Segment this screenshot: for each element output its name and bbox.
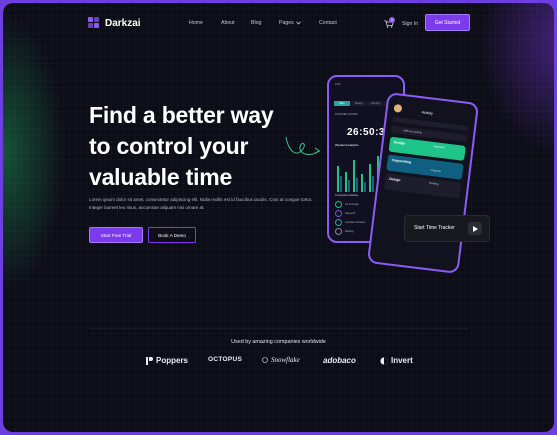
card-tag: Progress <box>430 168 442 174</box>
card-title: Copywriting <box>391 158 412 165</box>
nav-item-about[interactable]: About <box>221 20 235 26</box>
brand-name: Darkzai <box>105 17 141 29</box>
tracker-label: Start Time Tracker <box>414 225 455 231</box>
sign-in-link[interactable]: Sign In <box>402 21 418 27</box>
progress-ring-icon <box>335 219 342 226</box>
invert-icon <box>380 356 388 365</box>
card-tag: Pending <box>428 181 439 186</box>
hero-headline: Find a better way to control your valuab… <box>89 100 274 193</box>
poppers-icon <box>146 356 153 365</box>
hero-description: Lorem ipsum dolor sit amet, consectetur … <box>89 197 313 210</box>
page-frame: Darkzai Home About Blog Pages Contact 0 … <box>3 3 554 432</box>
analytics-label: Weekend analytics <box>335 143 359 147</box>
brand-logo[interactable]: Darkzai <box>88 17 141 29</box>
section-divider <box>89 328 469 329</box>
nav-item-contact[interactable]: Contact <box>319 20 337 26</box>
avatar <box>393 103 403 113</box>
partners-title: Used by amazing companies worldwide <box>231 339 326 345</box>
activity-item-2: Research <box>345 212 356 215</box>
partner-logo-invert: Invert <box>380 356 413 365</box>
progress-ring-icon <box>335 201 342 208</box>
tab-weekly[interactable]: Weekly <box>350 101 367 106</box>
get-started-button[interactable]: Get Started <box>425 14 470 31</box>
chevron-down-icon <box>296 21 301 25</box>
start-free-trial-button[interactable]: Start Free Trial <box>89 227 143 243</box>
nav-item-blog[interactable]: Blog <box>251 20 261 26</box>
partner-logo-snowflake: Snowflake <box>262 356 300 364</box>
partner-logo-octopus: OCTOPUS <box>208 356 243 363</box>
card-tag: Important <box>433 145 445 150</box>
cart-count-badge: 0 <box>389 17 395 23</box>
decorative-arrow-icon <box>285 136 321 155</box>
activity-item-1: Go to Design <box>345 203 359 206</box>
card-title: Design <box>393 140 406 146</box>
progress-ring-icon <box>335 210 342 217</box>
book-demo-button[interactable]: Book A Demo <box>148 227 196 243</box>
snowflake-icon <box>262 357 268 363</box>
activity-title: Activity <box>421 110 434 116</box>
activity-item-3: Complete Activities <box>345 221 366 224</box>
headline-line-2: to control your <box>89 133 249 159</box>
partner-logo-adobaco: adobaco <box>323 356 356 365</box>
logo-icon <box>88 17 100 29</box>
nav-item-home[interactable]: Home <box>189 20 203 26</box>
partner-logo-poppers: Poppers <box>145 356 188 365</box>
headline-line-1: Find a better way <box>89 102 274 128</box>
play-icon[interactable] <box>468 222 482 235</box>
phone-status-time: 9:41 <box>335 82 341 86</box>
tab-daily[interactable]: Daily <box>334 101 350 106</box>
card-title: Design <box>389 176 401 183</box>
time-tracker-card[interactable]: Start Time Tracker <box>404 215 490 242</box>
headline-line-3: valuable time <box>89 164 233 190</box>
tracked-hours-label: TRACKED HOURS <box>335 113 358 116</box>
nav-item-pages[interactable]: Pages <box>279 20 294 26</box>
tab-monthly[interactable]: Monthly <box>367 101 384 106</box>
activity-item-4: Meeting <box>345 230 354 233</box>
top-navbar: Darkzai Home About Blog Pages Contact 0 … <box>3 3 554 43</box>
progress-ring-icon <box>335 228 342 235</box>
completed-activities-label: Completed activities <box>335 194 359 197</box>
